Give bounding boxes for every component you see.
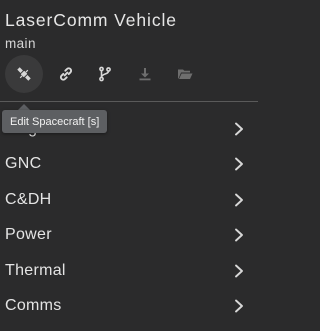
folder-open-icon — [178, 69, 193, 79]
header-divider — [0, 101, 258, 102]
branch-button[interactable] — [86, 55, 124, 93]
download-button[interactable] — [126, 55, 164, 93]
chevron-right-icon — [235, 264, 243, 278]
chevron-right-icon — [235, 157, 243, 171]
chevron-right-icon — [235, 228, 243, 242]
edit-spacecraft-button[interactable] — [5, 55, 43, 93]
list-item-label: Thermal — [5, 261, 66, 279]
list-item-label: GNC — [5, 155, 42, 173]
list-item-label: Comms — [5, 297, 62, 315]
open-folder-button[interactable] — [166, 55, 204, 93]
list-item-label: C&DH — [5, 190, 52, 208]
chevron-right-icon — [235, 299, 243, 313]
link-button[interactable] — [47, 55, 85, 93]
download-icon — [139, 68, 151, 81]
tooltip: Edit Spacecraft [s] — [2, 110, 108, 133]
list-item-cdh[interactable]: C&DH — [0, 182, 258, 218]
toolbar — [0, 55, 258, 95]
chevron-right-icon — [235, 122, 243, 136]
list-item-thermal[interactable]: Thermal — [0, 253, 258, 289]
chevron-right-icon — [235, 193, 243, 207]
list-item-comms[interactable]: Comms — [0, 289, 258, 325]
branch-label: main — [5, 36, 36, 51]
subsystem-list: Targets GNC C&DH Power Thermal Comms — [0, 111, 258, 324]
spacecraft-panel: LaserComm Vehicle main GNC C&DH Power Th… — [0, 0, 258, 331]
list-item-power[interactable]: Power — [0, 218, 258, 254]
satellite-icon — [17, 67, 31, 81]
list-item-label: Power — [5, 226, 52, 244]
page-title: LaserComm Vehicle — [5, 10, 177, 30]
git-branch-icon — [99, 66, 111, 82]
link-icon — [60, 67, 72, 81]
list-item-gnc[interactable]: GNC — [0, 147, 258, 183]
